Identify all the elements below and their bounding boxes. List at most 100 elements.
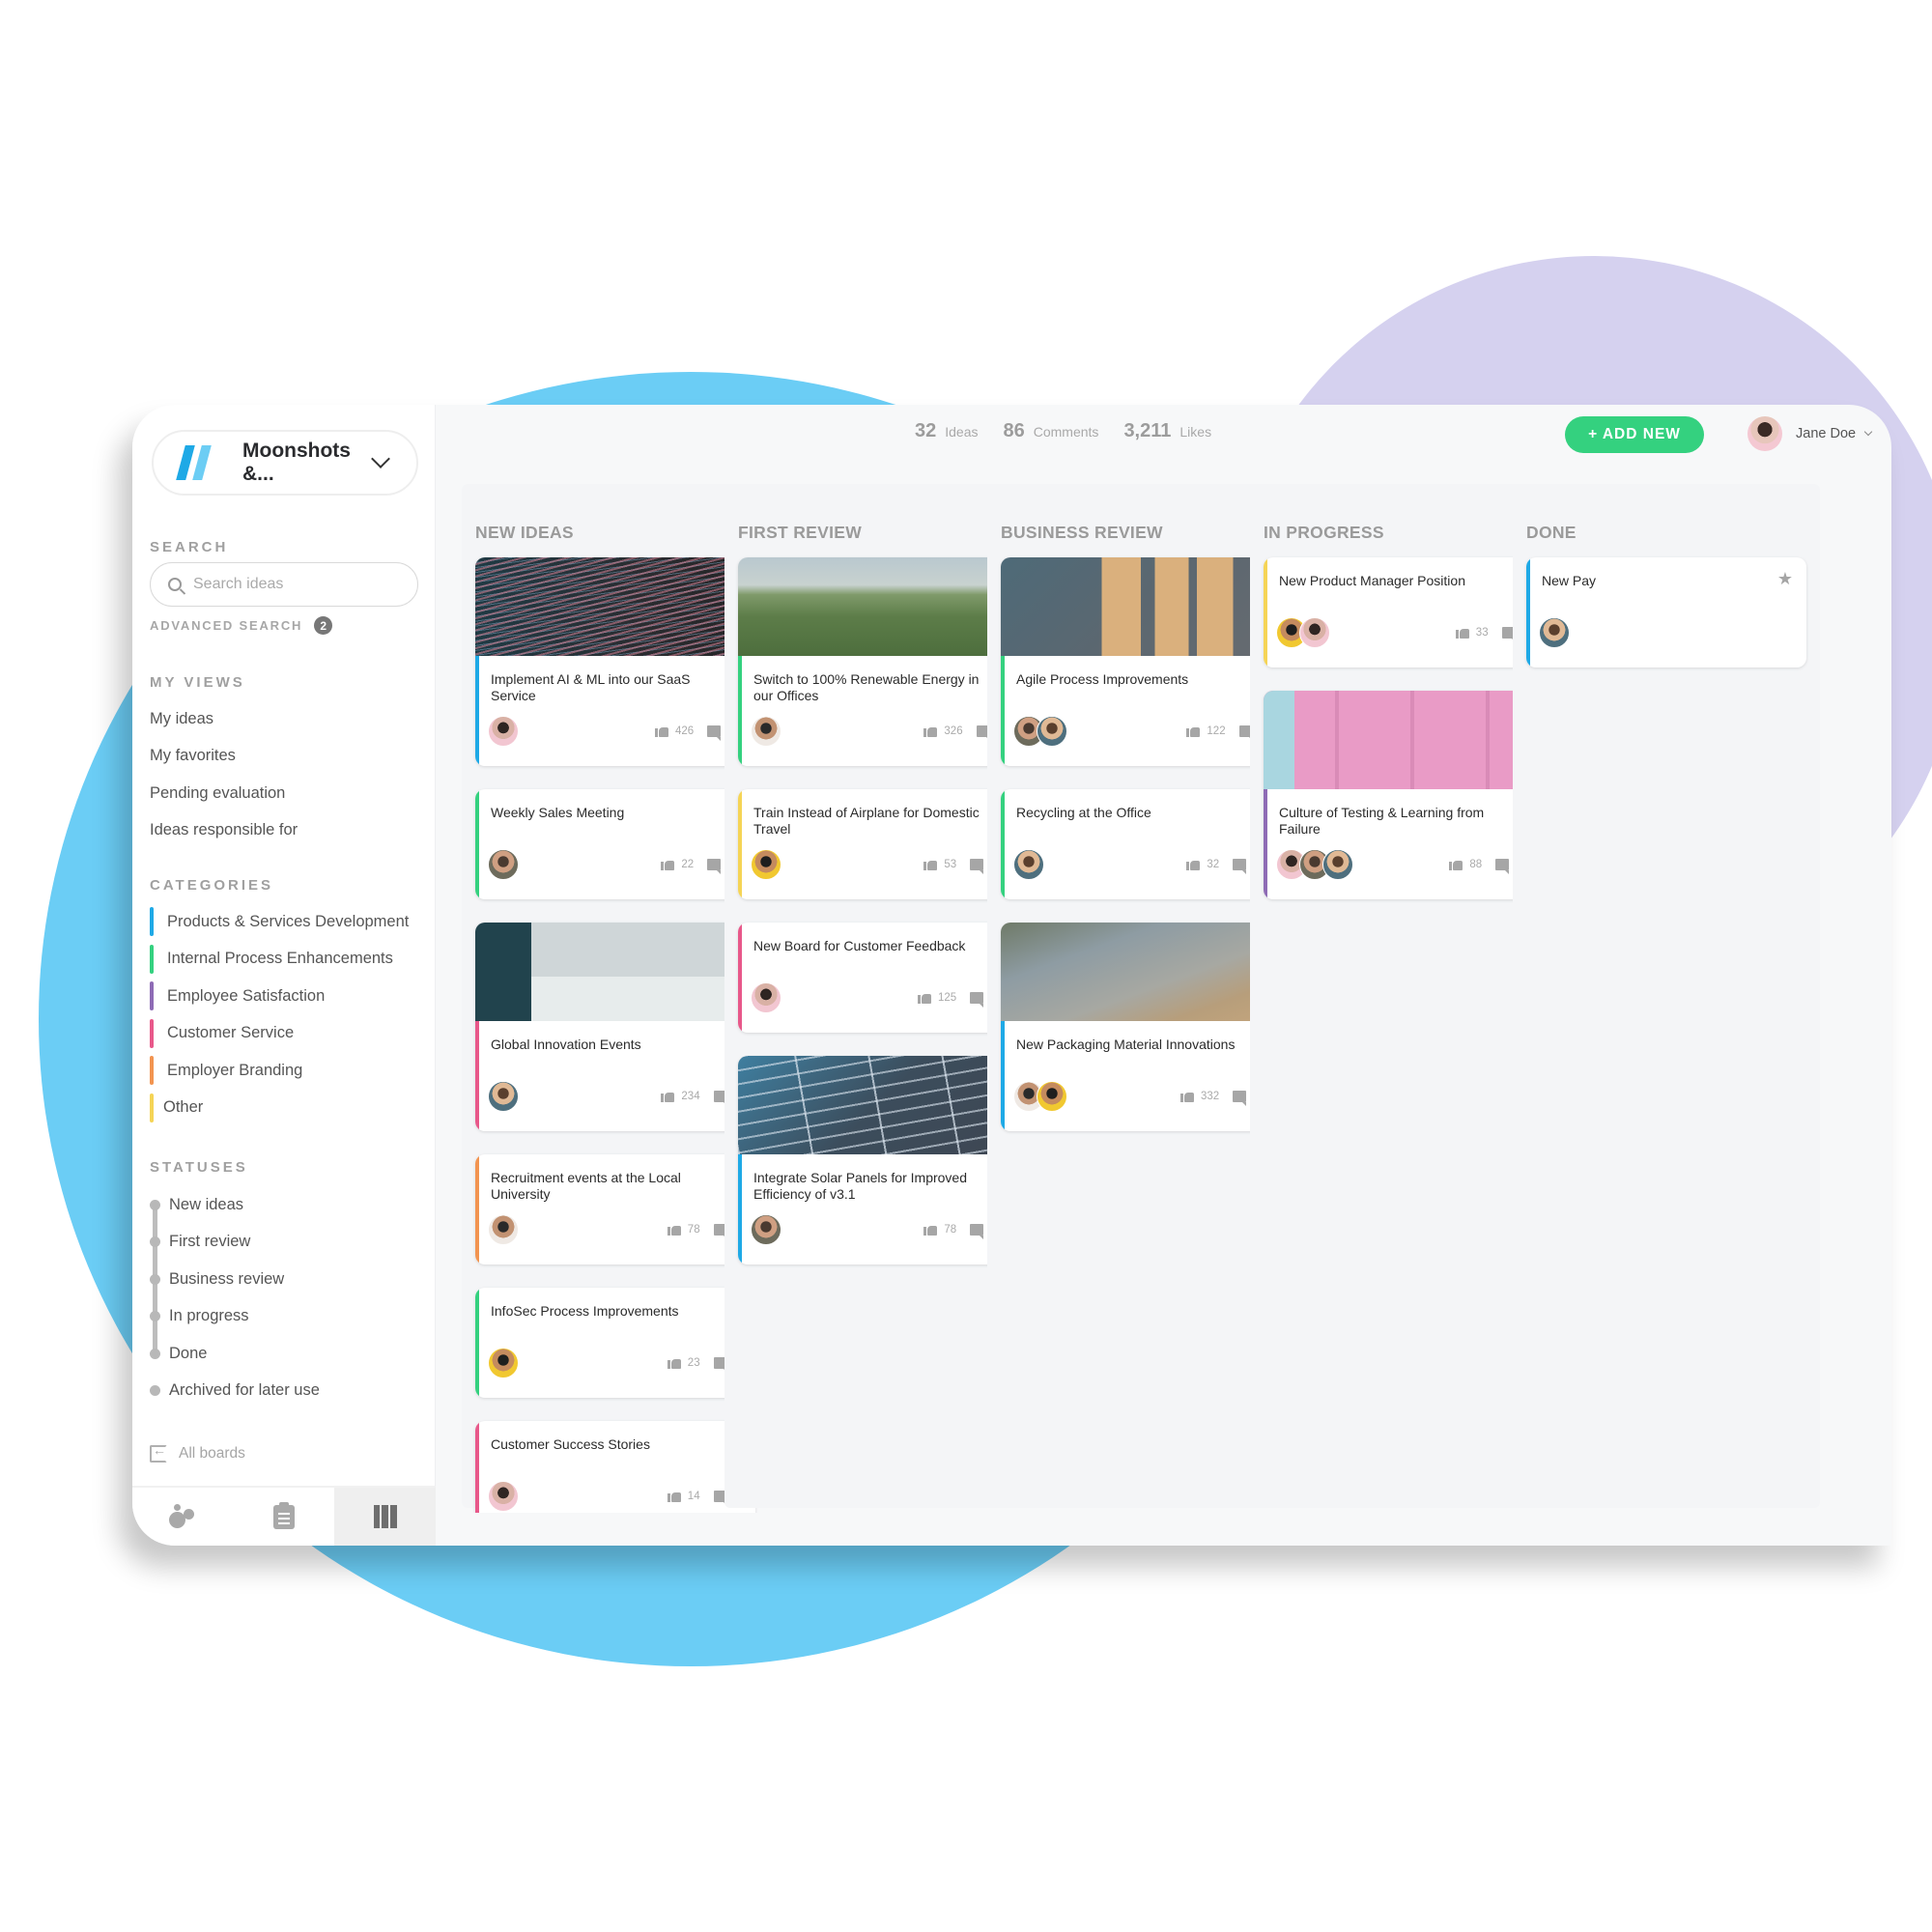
view-switcher	[132, 1486, 437, 1546]
view-pending-evaluation[interactable]: Pending evaluation	[150, 784, 285, 803]
thumbs-up-icon[interactable]	[1186, 724, 1201, 737]
idea-card[interactable]: Culture of Testing & Learning from Failu…	[1264, 691, 1544, 899]
board-switcher[interactable]: Moonshots &...	[152, 430, 418, 496]
category-item[interactable]: Internal Process Enhancements	[150, 944, 393, 974]
view-ideas-responsible-for[interactable]: Ideas responsible for	[150, 821, 298, 839]
search-box[interactable]	[150, 562, 418, 607]
idea-card[interactable]: Recycling at the Office★3223	[1001, 789, 1281, 899]
idea-card[interactable]: New Packaging Material Innovations★33244	[1001, 923, 1281, 1131]
thumbs-up-icon[interactable]	[1186, 858, 1201, 870]
idea-card[interactable]: Recruitment events at the Local Universi…	[475, 1154, 755, 1264]
tab-bubbles-view[interactable]	[132, 1488, 234, 1546]
avatar[interactable]	[1322, 849, 1353, 880]
category-item[interactable]: Customer Service	[150, 1018, 294, 1048]
likes-count: 23	[687, 1356, 700, 1369]
avatar[interactable]	[1037, 1081, 1067, 1112]
comment-icon[interactable]	[1233, 1090, 1247, 1106]
thumbs-up-icon[interactable]	[661, 858, 675, 870]
idea-card[interactable]: Weekly Sales Meeting★2223	[475, 789, 755, 899]
category-accent-bar	[475, 789, 479, 899]
thumbs-up-icon[interactable]	[918, 991, 932, 1004]
status-item[interactable]: In progress	[150, 1305, 249, 1328]
card-avatars	[751, 849, 781, 880]
idea-card[interactable]: New Pay ★	[1526, 557, 1806, 668]
thumbs-up-icon[interactable]	[661, 1090, 675, 1102]
avatar[interactable]	[1037, 716, 1067, 747]
card-title: Global Innovation Events	[491, 1037, 641, 1052]
sidebar: Moonshots &... SEARCH ADVANCED SEARCH 2 …	[132, 405, 437, 1546]
thumbs-up-icon[interactable]	[667, 1356, 681, 1369]
thumbs-up-icon[interactable]	[923, 858, 938, 870]
tab-list-view[interactable]	[234, 1488, 335, 1546]
idea-card[interactable]: InfoSec Process Improvements★231	[475, 1288, 755, 1398]
avatar[interactable]	[751, 849, 781, 880]
thumbs-up-icon[interactable]	[1449, 858, 1463, 870]
category-item[interactable]: Other	[150, 1093, 203, 1122]
comment-icon[interactable]	[970, 1223, 984, 1239]
avatar[interactable]	[1013, 849, 1044, 880]
card-footer: 3267	[738, 704, 1018, 754]
status-item[interactable]: First review	[150, 1231, 250, 1254]
category-color-bar	[150, 907, 154, 936]
card-footer: 336	[1264, 606, 1544, 656]
avatar[interactable]	[1539, 617, 1570, 648]
category-item[interactable]: Employee Satisfaction	[150, 981, 325, 1010]
thumbs-up-icon[interactable]	[923, 1223, 938, 1236]
comment-icon[interactable]	[1495, 858, 1510, 874]
tab-board-view[interactable]	[334, 1488, 437, 1546]
comment-icon[interactable]	[707, 858, 722, 874]
avatar[interactable]	[488, 1214, 519, 1245]
comment-icon[interactable]	[1233, 858, 1247, 874]
avatar[interactable]	[751, 982, 781, 1013]
card-footer: 33244	[1001, 1069, 1281, 1120]
board-bottom-edge	[436, 1513, 1891, 1546]
view-my-favorites[interactable]: My favorites	[150, 747, 236, 765]
idea-card[interactable]: Global Innovation Events★2342	[475, 923, 755, 1131]
status-item[interactable]: Done	[150, 1342, 207, 1365]
thumbs-up-icon[interactable]	[923, 724, 938, 737]
idea-card[interactable]: Train Instead of Airplane for Domestic T…	[738, 789, 1018, 899]
category-item[interactable]: Products & Services Development	[150, 907, 409, 936]
advanced-search-link[interactable]: ADVANCED SEARCH 2	[150, 616, 333, 635]
category-item[interactable]: Employer Branding	[150, 1056, 302, 1085]
thumbs-up-icon[interactable]	[667, 1223, 681, 1236]
thumbs-up-icon[interactable]	[655, 724, 669, 737]
avatar[interactable]	[488, 1348, 519, 1378]
thumbs-up-icon[interactable]	[1180, 1090, 1195, 1102]
search-input[interactable]	[193, 576, 386, 593]
idea-card[interactable]: Switch to 100% Renewable Energy in our O…	[738, 557, 1018, 766]
statuses-section-title: STATUSES	[150, 1159, 248, 1176]
board-column: FIRST REVIEW4 Switch to 100% Renewable En…	[724, 484, 1032, 1508]
board-column: DONE New Pay ★	[1513, 484, 1820, 1508]
idea-card[interactable]: Agile Process Improvements★1229	[1001, 557, 1281, 766]
avatar[interactable]	[751, 716, 781, 747]
avatar[interactable]	[488, 716, 519, 747]
add-new-button[interactable]: + ADD NEW	[1565, 416, 1704, 453]
status-item[interactable]: Archived for later use	[150, 1379, 320, 1403]
status-item[interactable]: Business review	[150, 1267, 284, 1291]
avatar[interactable]	[751, 1214, 781, 1245]
category-accent-bar	[1526, 557, 1530, 668]
idea-card[interactable]: Integrate Solar Panels for Improved Effi…	[738, 1056, 1018, 1264]
avatar[interactable]	[488, 1481, 519, 1512]
view-my-ideas[interactable]: My ideas	[150, 710, 213, 728]
thumbs-up-icon[interactable]	[667, 1490, 681, 1502]
comment-icon[interactable]	[707, 724, 722, 741]
comment-icon[interactable]	[970, 991, 984, 1008]
card-image	[1264, 691, 1544, 789]
card-image	[738, 557, 1018, 656]
idea-card[interactable]: Implement AI & ML into our SaaS Service★…	[475, 557, 755, 766]
likes-count: 78	[687, 1223, 700, 1236]
all-boards-link[interactable]: All boards	[150, 1442, 245, 1463]
avatar[interactable]	[488, 849, 519, 880]
likes-count: 332	[1201, 1090, 1220, 1102]
idea-card[interactable]: New Product Manager Position★336	[1264, 557, 1544, 668]
status-item[interactable]: New ideas	[150, 1193, 243, 1216]
avatar[interactable]	[1299, 617, 1330, 648]
comment-icon[interactable]	[970, 858, 984, 874]
idea-card[interactable]: New Board for Customer Feedback★12516	[738, 923, 1018, 1033]
favorite-star-icon[interactable]: ★	[1777, 569, 1793, 589]
thumbs-up-icon[interactable]	[1455, 626, 1469, 639]
user-menu[interactable]: Jane Doe	[1747, 416, 1873, 451]
avatar[interactable]	[488, 1081, 519, 1112]
